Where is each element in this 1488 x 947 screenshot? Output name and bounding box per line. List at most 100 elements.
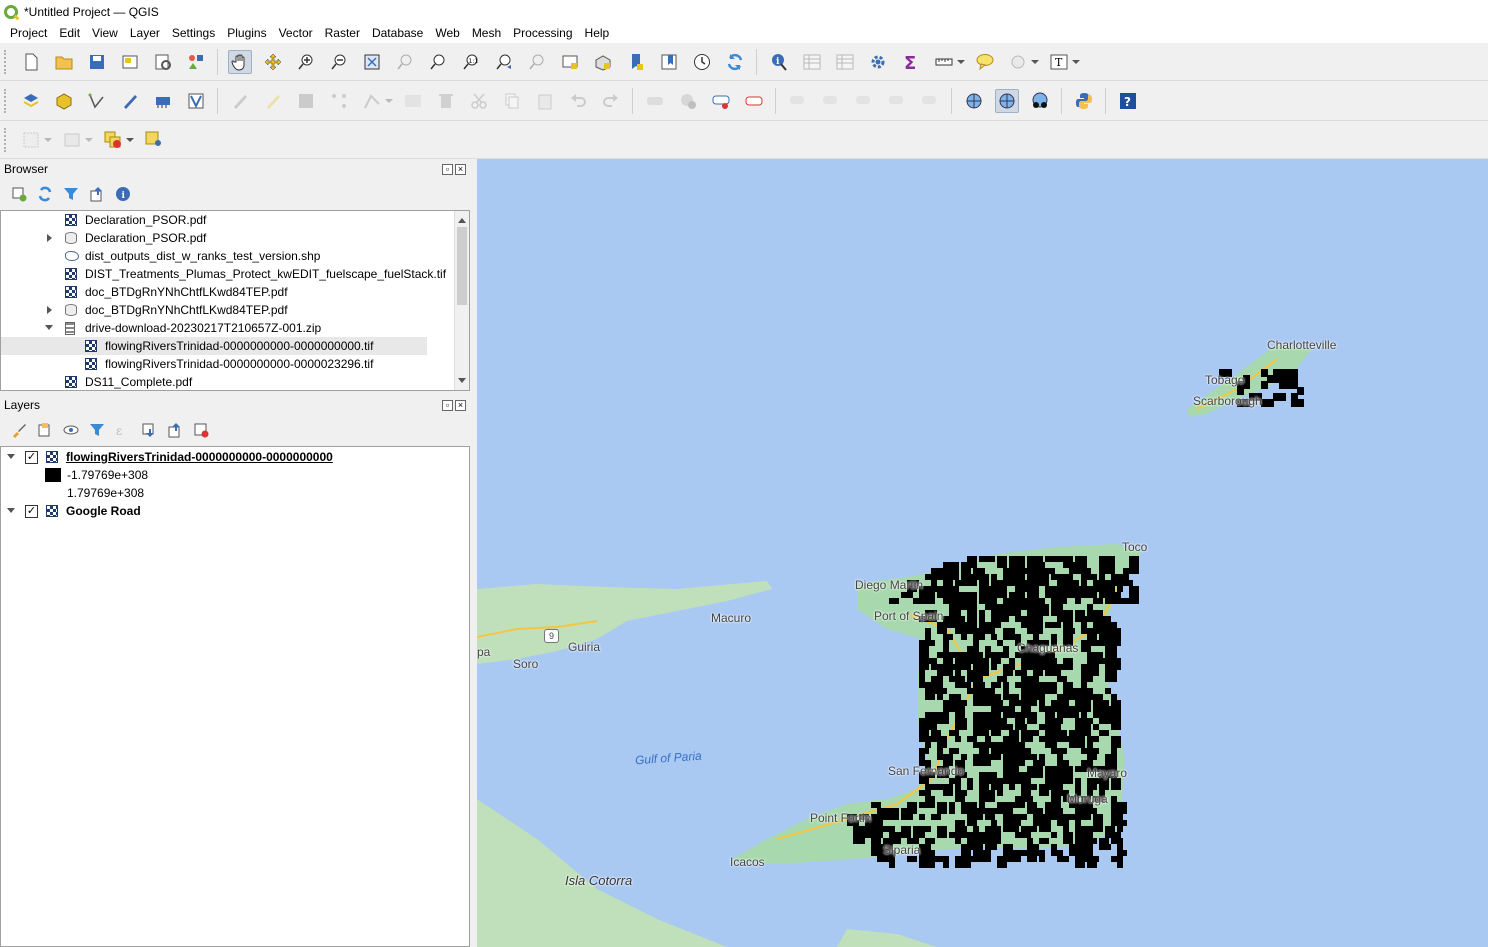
- quickmapservices-button[interactable]: [994, 88, 1019, 113]
- new-bookmark-button[interactable]: [624, 50, 648, 74]
- text-annotation-button[interactable]: T: [1047, 50, 1080, 74]
- scroll-up-icon[interactable]: [458, 214, 466, 223]
- digitize-button[interactable]: [327, 89, 351, 113]
- menu-vector[interactable]: Vector: [273, 26, 319, 40]
- refresh-button[interactable]: [723, 50, 747, 74]
- zoom-next-button[interactable]: [525, 50, 549, 74]
- show-bookmarks-button[interactable]: [657, 50, 681, 74]
- eye-icon[interactable]: [63, 422, 79, 438]
- layer-labeling-options-button[interactable]: [643, 89, 667, 113]
- browser-item[interactable]: dist_outputs_dist_w_ranks_test_version.s…: [65, 247, 455, 265]
- menu-web[interactable]: Web: [429, 26, 465, 40]
- menu-edit[interactable]: Edit: [53, 26, 86, 40]
- redo-button[interactable]: [599, 89, 623, 113]
- zoom-layer-button[interactable]: [426, 50, 450, 74]
- float-panel-icon[interactable]: ▫: [442, 399, 453, 411]
- style-manager-button[interactable]: [184, 50, 208, 74]
- collapse-all-icon[interactable]: [89, 186, 105, 202]
- browser-item[interactable]: Declaration_PSOR.pdf: [47, 229, 455, 247]
- new-virtual-layer-button[interactable]: [184, 89, 208, 113]
- temporal-controller-button[interactable]: [690, 50, 714, 74]
- data-source-manager-button[interactable]: [19, 89, 43, 113]
- python-console-button[interactable]: [1072, 89, 1096, 113]
- toolbar-grip[interactable]: [4, 49, 8, 74]
- show-statistical-summary-button[interactable]: Σ: [899, 50, 923, 74]
- pan-map-button[interactable]: [227, 49, 252, 74]
- refresh-icon[interactable]: [37, 186, 53, 202]
- remove-layer-icon[interactable]: [193, 422, 209, 438]
- menu-view[interactable]: View: [86, 26, 124, 40]
- browser-item[interactable]: drive-download-20230217T210657Z-001.zip: [45, 319, 455, 337]
- menu-settings[interactable]: Settings: [166, 26, 221, 40]
- deselect-all-button[interactable]: [101, 128, 134, 152]
- help-button[interactable]: ?: [1116, 89, 1140, 113]
- menu-plugins[interactable]: Plugins: [221, 26, 272, 40]
- browser-item[interactable]: DS11_Complete.pdf: [65, 373, 455, 390]
- properties-info-icon[interactable]: i: [115, 186, 131, 202]
- layer-item[interactable]: ✓ flowingRiversTrinidad-0000000000-00000…: [5, 448, 465, 466]
- float-panel-icon[interactable]: ▫: [442, 163, 453, 175]
- browser-item[interactable]: doc_BTDgRnYNhChtfLKwd84TEP.pdf: [47, 301, 455, 319]
- close-panel-icon[interactable]: ×: [455, 399, 466, 411]
- new-temporary-layer-button[interactable]: [151, 89, 175, 113]
- collapse-all-icon[interactable]: [167, 422, 183, 438]
- menu-layer[interactable]: Layer: [124, 26, 166, 40]
- new-map-view-button[interactable]: [558, 50, 582, 74]
- pan-to-selection-button[interactable]: [261, 50, 285, 74]
- layer-visibility-checkbox[interactable]: ✓: [25, 450, 38, 464]
- layer-item[interactable]: ✓ Google Road: [5, 502, 465, 520]
- vertex-tool-button[interactable]: [360, 89, 393, 113]
- toggle-editing-button[interactable]: [261, 89, 285, 113]
- move-label-button[interactable]: [852, 89, 876, 113]
- menu-help[interactable]: Help: [579, 26, 616, 40]
- collapse-arrow-icon[interactable]: [7, 508, 15, 517]
- new-geopackage-layer-button[interactable]: [52, 89, 76, 113]
- openlayers-plugin-button[interactable]: [1028, 89, 1052, 113]
- save-layer-edits-button[interactable]: [294, 89, 318, 113]
- paste-features-button[interactable]: [533, 89, 557, 113]
- map-canvas[interactable]: Charlotteville Tobago Scarborough Toco D…: [477, 159, 1488, 947]
- expand-all-icon[interactable]: [141, 422, 157, 438]
- select-by-location-button[interactable]: [1006, 50, 1039, 74]
- open-project-button[interactable]: [52, 50, 76, 74]
- open-attribute-table-button[interactable]: [800, 50, 824, 74]
- select-by-location-tool-button[interactable]: [142, 128, 166, 152]
- processing-toolbox-button[interactable]: [866, 50, 890, 74]
- cut-features-button[interactable]: [467, 89, 491, 113]
- close-panel-icon[interactable]: ×: [455, 163, 466, 175]
- zoom-last-button[interactable]: [492, 50, 516, 74]
- layout-manager-button[interactable]: [151, 50, 175, 74]
- copy-features-button[interactable]: [500, 89, 524, 113]
- identify-features-button[interactable]: i: [767, 50, 791, 74]
- browser-item[interactable]: DIST_Treatments_Plumas_Protect_kwEDIT_fu…: [65, 265, 455, 283]
- toggle-label-display-button[interactable]: [742, 89, 766, 113]
- new-shapefile-layer-button[interactable]: [85, 89, 109, 113]
- scroll-down-icon[interactable]: [458, 378, 466, 387]
- pin-labels-button[interactable]: [786, 89, 810, 113]
- show-hide-labels-button[interactable]: [819, 89, 843, 113]
- select-by-value-button[interactable]: [60, 128, 93, 152]
- zoom-selection-button[interactable]: [393, 50, 417, 74]
- toolbar-grip[interactable]: [4, 88, 8, 113]
- panel-splitter[interactable]: [470, 159, 477, 947]
- add-group-icon[interactable]: [37, 422, 53, 438]
- new-print-layout-button[interactable]: [118, 50, 142, 74]
- menu-project[interactable]: Project: [4, 26, 53, 40]
- browser-item[interactable]: Declaration_PSOR.pdf: [65, 211, 455, 229]
- filter-expression-icon[interactable]: ε: [115, 422, 131, 438]
- new-project-button[interactable]: [19, 50, 43, 74]
- change-label-button[interactable]: [918, 89, 942, 113]
- menu-database[interactable]: Database: [366, 26, 429, 40]
- current-edits-button[interactable]: [228, 89, 252, 113]
- measure-line-button[interactable]: [932, 50, 965, 74]
- menu-raster[interactable]: Raster: [319, 26, 366, 40]
- browser-item[interactable]: doc_BTDgRnYNhChtfLKwd84TEP.pdf: [65, 283, 455, 301]
- browser-scrollbar[interactable]: [454, 211, 469, 390]
- map-tips-button[interactable]: [973, 50, 997, 74]
- new-spatialite-layer-button[interactable]: [118, 89, 142, 113]
- add-xyz-layer-button[interactable]: [962, 89, 986, 113]
- open-field-calculator-button[interactable]: [833, 50, 857, 74]
- style-brush-icon[interactable]: [11, 422, 27, 438]
- zoom-out-button[interactable]: [327, 50, 351, 74]
- new-3d-view-button[interactable]: [591, 50, 615, 74]
